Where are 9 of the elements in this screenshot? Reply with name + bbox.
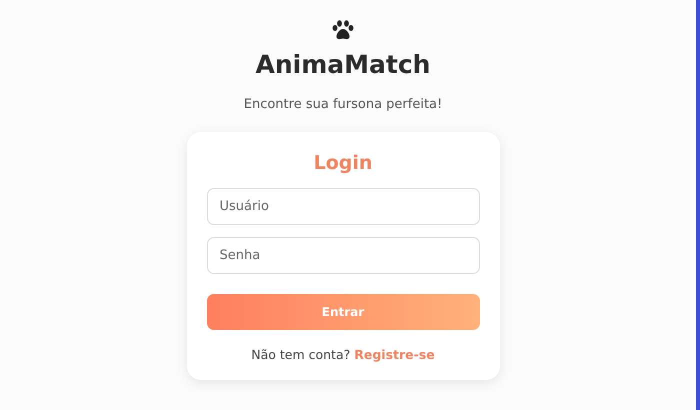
app-title: AnimaMatch bbox=[256, 50, 430, 79]
input-field[interactable]: Senha bbox=[206, 237, 480, 274]
tagline: Encontre sua fursona perfeita! bbox=[244, 97, 442, 112]
paw-icon bbox=[332, 20, 354, 40]
submit-button[interactable]: Entrar bbox=[206, 294, 480, 330]
register-link[interactable]: Registre-se bbox=[354, 347, 435, 362]
footer-text: Não tem conta? bbox=[251, 347, 350, 362]
login-heading: Login bbox=[312, 152, 374, 174]
input-field[interactable]: Usuário bbox=[206, 188, 480, 225]
